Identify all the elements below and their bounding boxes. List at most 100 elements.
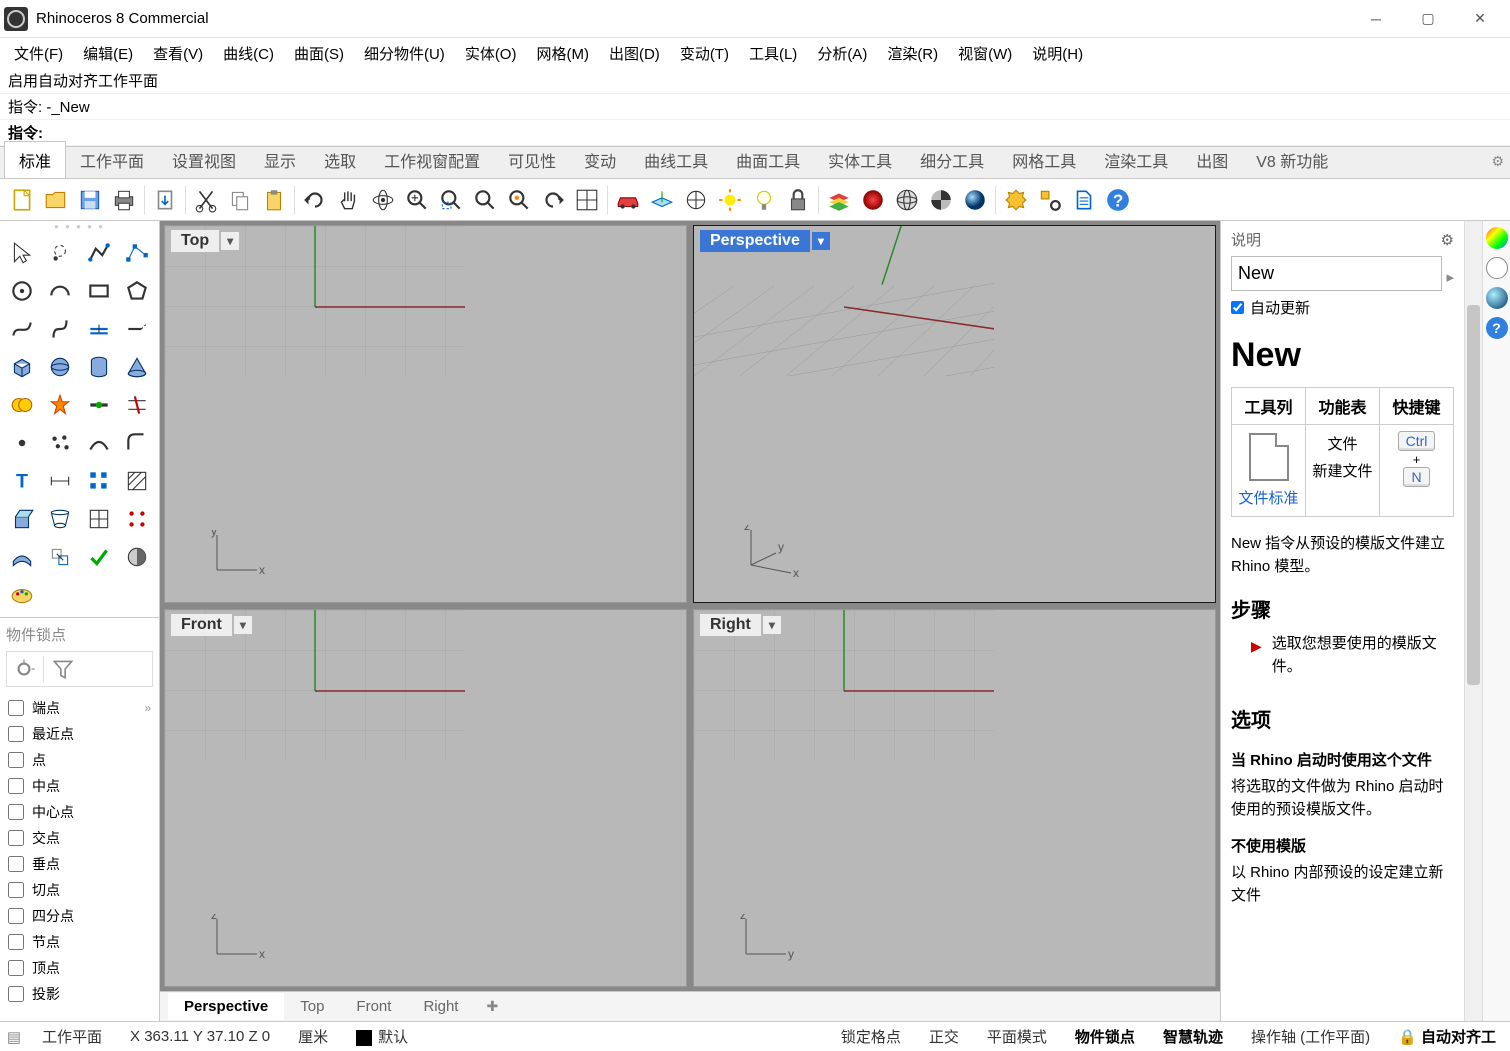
osnap-投影[interactable]: 投影: [6, 981, 153, 1007]
cone-icon[interactable]: [119, 349, 155, 385]
hatch-icon[interactable]: [119, 463, 155, 499]
toolbar-tab-9[interactable]: 曲面工具: [722, 142, 814, 178]
options-icon[interactable]: [1000, 184, 1032, 216]
pointcloud-icon[interactable]: [42, 425, 78, 461]
zoom-window-icon[interactable]: [435, 184, 467, 216]
grid2-icon[interactable]: [81, 501, 117, 537]
sb-toggle-6[interactable]: 🔒 自动对齐工: [1384, 1029, 1510, 1046]
osnap-check-0[interactable]: [8, 700, 24, 716]
osnap-端点[interactable]: 端点»: [6, 695, 153, 721]
vp-tab-add[interactable]: ✚: [474, 993, 510, 1020]
sb-cplane[interactable]: 工作平面: [28, 1026, 116, 1047]
toolbar-tab-13[interactable]: 渲染工具: [1090, 142, 1182, 178]
shade-icon[interactable]: [119, 539, 155, 575]
help-scrollbar[interactable]: [1464, 221, 1482, 1021]
dimension-icon[interactable]: [42, 463, 78, 499]
menu-曲面S[interactable]: 曲面(S): [284, 39, 354, 68]
viewport-right-label[interactable]: Right: [700, 614, 761, 636]
toolbar-tab-3[interactable]: 显示: [250, 142, 310, 178]
osnap-中心点[interactable]: 中心点: [6, 799, 153, 825]
osnap-check-2[interactable]: [8, 752, 24, 768]
lightbulb-icon[interactable]: [748, 184, 780, 216]
menu-查看V[interactable]: 查看(V): [143, 39, 213, 68]
zoom-extents-icon[interactable]: [469, 184, 501, 216]
osnap-check-1[interactable]: [8, 726, 24, 742]
menu-网格M[interactable]: 网格(M): [526, 39, 599, 68]
osnap-check-5[interactable]: [8, 830, 24, 846]
sb-menu-icon[interactable]: ▤: [0, 1028, 28, 1046]
vp-tab-top[interactable]: Top: [284, 993, 340, 1020]
viewport-perspective-dropdown[interactable]: ▾: [812, 232, 830, 250]
fillet-icon[interactable]: [119, 425, 155, 461]
sb-toggle-4[interactable]: 智慧轨迹: [1149, 1029, 1237, 1046]
import-icon[interactable]: [149, 184, 181, 216]
tabs-settings-icon[interactable]: ⚙: [1491, 153, 1504, 170]
menu-实体O[interactable]: 实体(O): [455, 39, 527, 68]
toolbar-tab-5[interactable]: 工作视窗配置: [370, 142, 494, 178]
print-icon[interactable]: [108, 184, 140, 216]
panel-grip[interactable]: ● ● ● ● ●: [0, 221, 159, 231]
osnap-persistent-icon[interactable]: [11, 656, 37, 682]
freeform-curve-icon[interactable]: [4, 311, 40, 347]
menu-文件F[interactable]: 文件(F): [4, 39, 73, 68]
osnap-顶点[interactable]: 顶点: [6, 955, 153, 981]
point-icon[interactable]: [4, 425, 40, 461]
open-file-icon[interactable]: [40, 184, 72, 216]
sun-icon[interactable]: [714, 184, 746, 216]
vp-tab-front[interactable]: Front: [340, 993, 407, 1020]
sb-toggle-5[interactable]: 操作轴 (工作平面): [1237, 1029, 1384, 1046]
sb-toggle-1[interactable]: 正交: [915, 1029, 973, 1046]
menu-细分物件U[interactable]: 细分物件(U): [354, 39, 455, 68]
lock-icon[interactable]: [782, 184, 814, 216]
sb-units[interactable]: 厘米: [284, 1026, 342, 1047]
scrollbar-thumb[interactable]: [1467, 305, 1480, 685]
array-icon[interactable]: [81, 463, 117, 499]
viewport-right[interactable]: Right▾ yz: [693, 609, 1216, 987]
side-materials-icon[interactable]: [1486, 287, 1508, 309]
rotate-view-icon[interactable]: [367, 184, 399, 216]
sb-toggle-2[interactable]: 平面模式: [973, 1029, 1061, 1046]
lasso-icon[interactable]: [42, 235, 78, 271]
menu-出图D[interactable]: 出图(D): [599, 39, 670, 68]
viewport-perspective[interactable]: Perspective▾ xzy: [693, 225, 1216, 603]
osnap-check-3[interactable]: [8, 778, 24, 794]
loft-icon[interactable]: [42, 501, 78, 537]
box-icon[interactable]: [4, 349, 40, 385]
menu-变动T[interactable]: 变动(T): [670, 39, 739, 68]
curve-tools-icon[interactable]: [81, 425, 117, 461]
help-panel-gear-icon[interactable]: ⚙: [1441, 231, 1454, 249]
extrude-icon[interactable]: [4, 501, 40, 537]
viewport-perspective-label[interactable]: Perspective: [700, 230, 810, 252]
toolbar-tab-0[interactable]: 标准: [4, 141, 66, 178]
pattern-icon[interactable]: [119, 501, 155, 537]
toolbar-tab-4[interactable]: 选取: [310, 142, 370, 178]
car-icon[interactable]: [612, 184, 644, 216]
toolbar-tab-15[interactable]: V8 新功能: [1242, 142, 1342, 178]
polyline-icon[interactable]: [81, 235, 117, 271]
viewport-top[interactable]: Top▾ xy: [164, 225, 687, 603]
viewport-front-dropdown[interactable]: ▾: [234, 616, 252, 634]
material-sphere-icon[interactable]: [857, 184, 889, 216]
help-icon[interactable]: ?: [1102, 184, 1134, 216]
layers-icon[interactable]: [823, 184, 855, 216]
toolbar-tab-11[interactable]: 细分工具: [906, 142, 998, 178]
extend-icon[interactable]: [119, 311, 155, 347]
trim-icon[interactable]: [119, 387, 155, 423]
offset-icon[interactable]: [81, 311, 117, 347]
osnap-垂点[interactable]: 垂点: [6, 851, 153, 877]
pointer-icon[interactable]: [4, 235, 40, 271]
help-toolbar-link[interactable]: 文件标准: [1234, 487, 1303, 508]
menu-工具L[interactable]: 工具(L): [739, 39, 807, 68]
explode-icon[interactable]: [42, 387, 78, 423]
close-button[interactable]: ✕: [1454, 3, 1506, 35]
render-sphere-checker-icon[interactable]: [925, 184, 957, 216]
help-search-go-icon[interactable]: ▸: [1446, 268, 1454, 286]
join-icon[interactable]: [81, 387, 117, 423]
pan-icon[interactable]: [333, 184, 365, 216]
osnap-check-9[interactable]: [8, 934, 24, 950]
osnap-check-7[interactable]: [8, 882, 24, 898]
circle-icon[interactable]: [4, 273, 40, 309]
ellipse-arc-icon[interactable]: [42, 273, 78, 309]
side-layers-icon[interactable]: [1486, 257, 1508, 279]
zoom-dynamic-icon[interactable]: [401, 184, 433, 216]
